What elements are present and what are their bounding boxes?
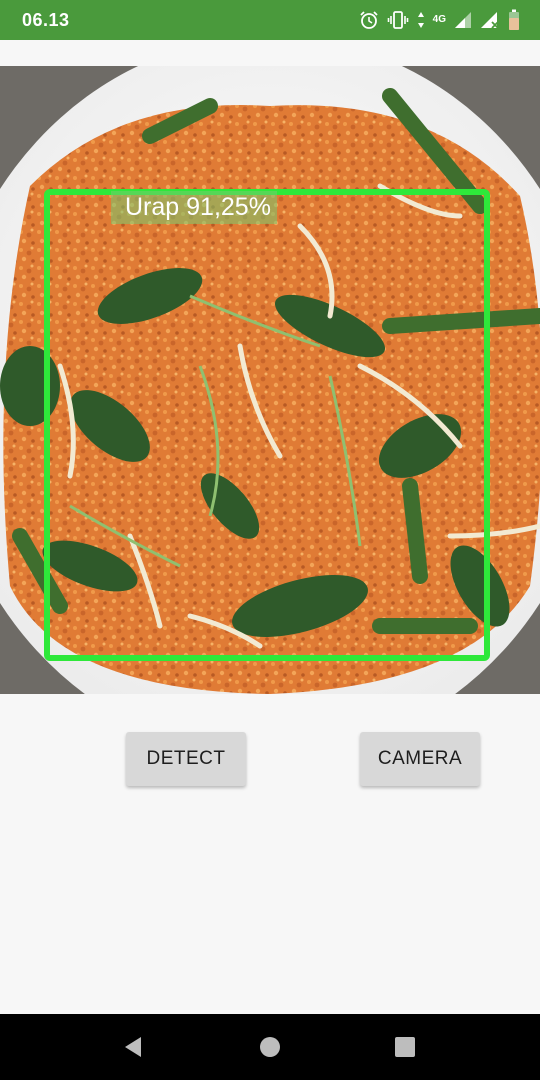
data-arrows-icon (417, 10, 425, 30)
network-type-label: 4G (432, 14, 446, 25)
status-icons: 4G (359, 8, 520, 32)
status-bar: 06.13 4G (0, 0, 540, 40)
signal-icon (454, 11, 472, 29)
back-icon[interactable] (118, 1032, 148, 1062)
battery-icon (508, 9, 520, 31)
navigation-bar (0, 1014, 540, 1080)
app-bar-gap (0, 40, 540, 66)
signal-no-sim-icon (480, 11, 500, 29)
recents-icon[interactable] (390, 1032, 420, 1062)
detection-box (44, 189, 490, 661)
vibrate-icon (387, 10, 409, 30)
detect-button[interactable]: DETECT (126, 732, 246, 786)
detection-label: Urap 91,25% (111, 191, 277, 224)
alarm-icon (359, 10, 379, 30)
camera-button[interactable]: CAMERA (360, 732, 480, 786)
status-time: 06.13 (22, 10, 70, 30)
home-icon[interactable] (255, 1032, 285, 1062)
